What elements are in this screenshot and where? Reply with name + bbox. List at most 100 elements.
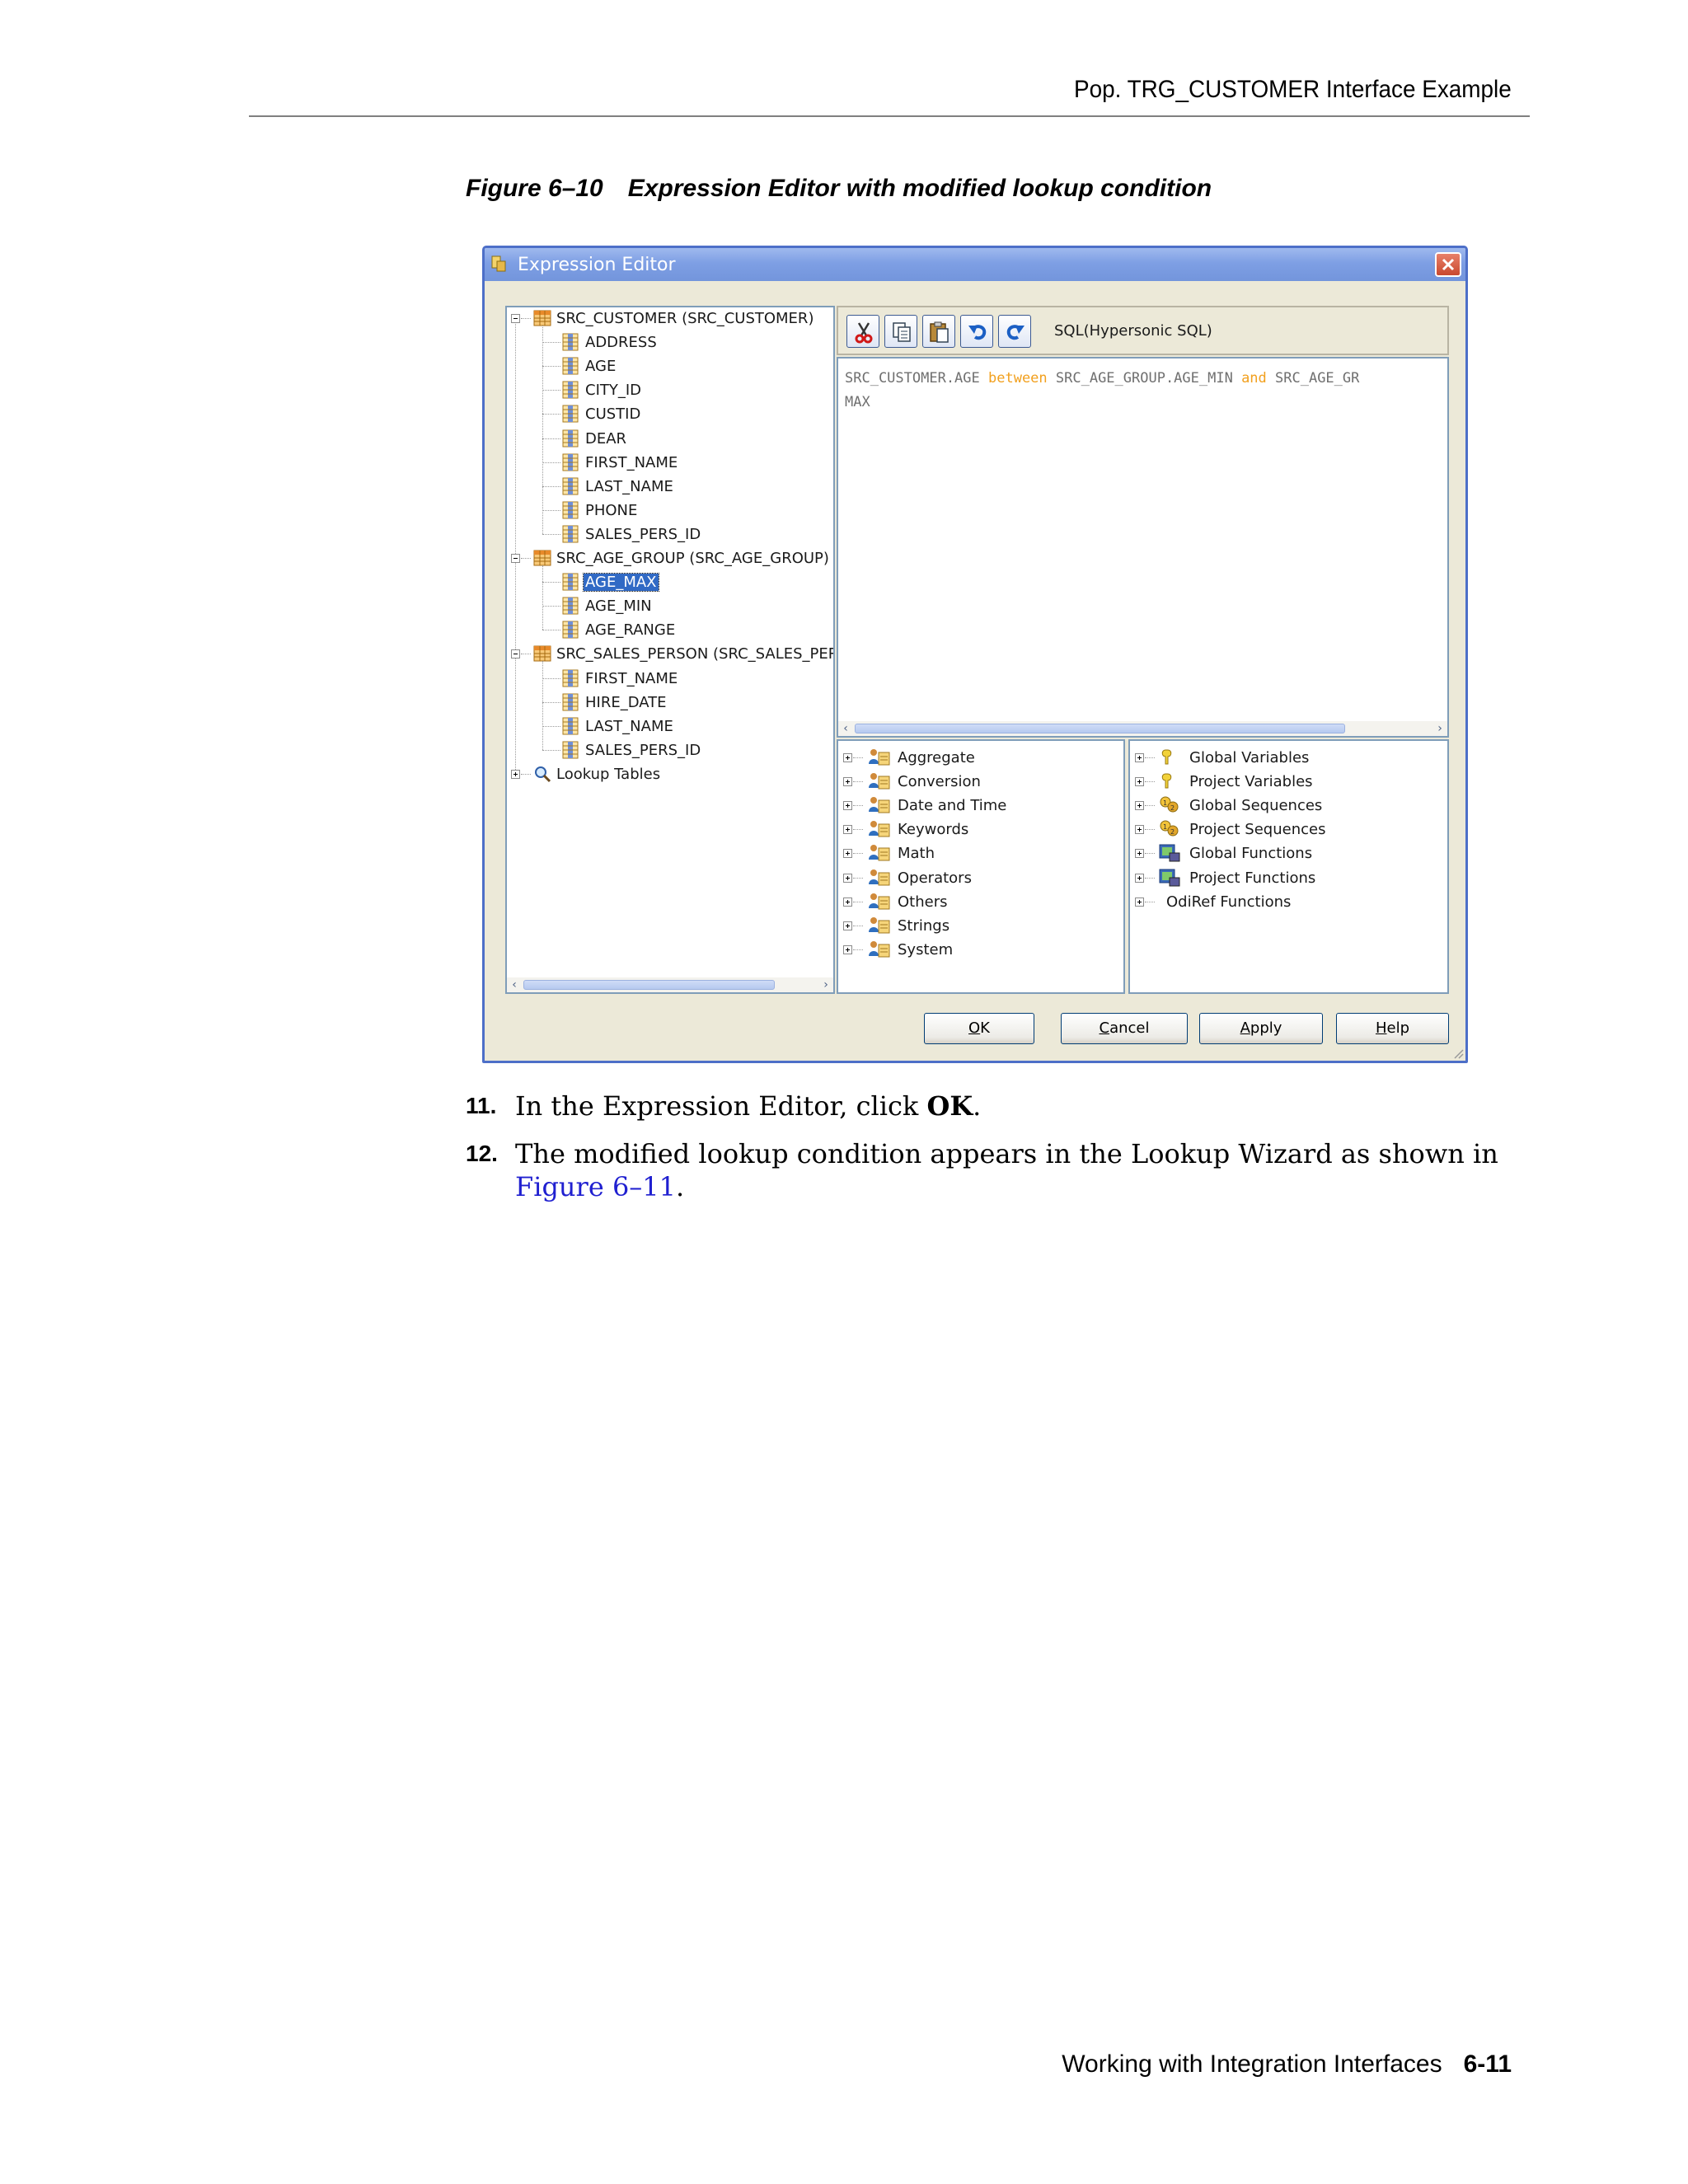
group-item[interactable]: Global Functions [1189, 841, 1312, 865]
cut-button[interactable] [846, 315, 879, 348]
scroll-thumb[interactable] [855, 724, 1345, 733]
column-icon [562, 573, 579, 591]
group-item[interactable]: Global Variables [1189, 746, 1309, 770]
tree-connector [542, 342, 560, 344]
tree-node-column[interactable]: FIRST_NAME [584, 452, 679, 474]
tree-node-column[interactable]: AGE_MIN [584, 596, 654, 617]
tree-node-table[interactable]: Lookup Tables [555, 764, 662, 785]
scroll-left-icon[interactable]: ‹ [507, 977, 522, 992]
column-icon [562, 381, 579, 399]
svg-text:1: 1 [1163, 799, 1167, 807]
tree-node-column[interactable]: ADDRESS [584, 332, 659, 354]
editor-horizontal-scrollbar[interactable]: ‹ › [838, 721, 1447, 736]
expand-toggle[interactable] [1135, 897, 1144, 907]
collapse-toggle[interactable] [511, 314, 520, 323]
help-button[interactable]: Help [1336, 1013, 1449, 1044]
expression-code[interactable]: SRC_CUSTOMER.AGE between SRC_AGE_GROUP.A… [845, 367, 1359, 415]
group-item[interactable]: Project Functions [1189, 866, 1315, 890]
expand-toggle[interactable] [1135, 825, 1144, 835]
redo-button[interactable] [998, 315, 1031, 348]
group-item[interactable]: Project Variables [1189, 770, 1313, 794]
collapse-toggle[interactable] [511, 649, 520, 659]
sequence-icon: 12 [1160, 820, 1179, 837]
tree-horizontal-scrollbar[interactable]: ‹ › [507, 977, 833, 992]
column-icon [562, 453, 579, 471]
scroll-right-icon[interactable]: › [818, 977, 833, 992]
collapse-toggle[interactable] [511, 554, 520, 563]
expand-toggle[interactable] [511, 769, 520, 779]
expand-toggle[interactable] [843, 801, 852, 811]
dialog-titlebar[interactable]: Expression Editor [485, 248, 1465, 281]
scroll-thumb[interactable] [523, 980, 775, 990]
figure-number: Figure 6–10 [466, 175, 603, 202]
expand-toggle[interactable] [843, 944, 852, 954]
tree-node-column[interactable]: LAST_NAME [584, 716, 675, 738]
source-tree-panel[interactable]: SRC_CUSTOMER (SRC_CUSTOMER) ADDRESS AGE CIT… [505, 306, 835, 994]
group-item[interactable]: Conversion [898, 770, 981, 794]
tree-node-column[interactable]: AGE_MAX [583, 572, 659, 593]
expand-toggle[interactable] [1135, 753, 1144, 762]
tree-node-column[interactable]: DEAR [584, 429, 628, 450]
tree-node-column[interactable]: FIRST_NAME [584, 668, 679, 690]
tree-node-column[interactable]: LAST_NAME [584, 476, 675, 498]
group-item[interactable]: Operators [898, 866, 972, 890]
group-item[interactable]: Math [898, 841, 935, 865]
group-item[interactable]: OdiRef Functions [1166, 890, 1291, 914]
expand-toggle[interactable] [1135, 777, 1144, 787]
cancel-button[interactable]: Cancel [1061, 1013, 1188, 1044]
function-category-icon [869, 916, 890, 934]
figure-6-11-link[interactable]: Figure 6–11 [515, 1171, 676, 1202]
group-item[interactable]: Global Sequences [1189, 794, 1322, 818]
group-item[interactable]: Date and Time [898, 794, 1006, 818]
expression-text-area[interactable]: SRC_CUSTOMER.AGE between SRC_AGE_GROUP.A… [837, 357, 1449, 738]
tree-connector [542, 414, 560, 415]
expand-toggle[interactable] [1135, 873, 1144, 883]
tree-connector [542, 582, 560, 583]
paste-button[interactable] [922, 315, 955, 348]
expand-toggle[interactable] [843, 753, 852, 762]
group-item[interactable]: Keywords [898, 818, 968, 841]
tree-node-label: LAST_NAME [585, 717, 673, 735]
column-icon [562, 357, 579, 375]
expand-toggle[interactable] [843, 849, 852, 859]
expression-editor-dialog: Expression Editor SRC_CUSTOMER (SRC_CUST… [482, 246, 1468, 1063]
page-number: 6-11 [1463, 2050, 1512, 2078]
table-icon [533, 550, 551, 566]
group-item[interactable]: Others [898, 890, 948, 914]
tree-node-column[interactable]: SALES_PERS_ID [584, 524, 702, 546]
tree-node-table[interactable]: SRC_SALES_PERSON (SRC_SALES_PER [555, 644, 833, 665]
group-item[interactable]: Aggregate [898, 746, 975, 770]
scroll-right-icon[interactable]: › [1432, 721, 1447, 736]
scroll-left-icon[interactable]: ‹ [838, 721, 853, 736]
expand-toggle[interactable] [843, 873, 852, 883]
group-item[interactable]: Project Sequences [1189, 818, 1325, 841]
tree-node-column[interactable]: AGE [584, 356, 617, 377]
apply-button[interactable]: Apply [1199, 1013, 1323, 1044]
tree-node-column[interactable]: SALES_PERS_ID [584, 740, 702, 762]
copy-button[interactable] [884, 315, 917, 348]
tree-node-column[interactable]: CITY_ID [584, 380, 643, 401]
tree-node-table[interactable]: SRC_AGE_GROUP (SRC_AGE_GROUP) [555, 548, 831, 569]
ok-button[interactable]: OK [924, 1013, 1034, 1044]
tree-node-column[interactable]: AGE_RANGE [584, 620, 677, 641]
tree-node-column[interactable]: HIRE_DATE [584, 692, 668, 714]
column-icon [562, 429, 579, 447]
expand-toggle[interactable] [843, 777, 852, 787]
undo-button[interactable] [960, 315, 993, 348]
close-button[interactable] [1435, 252, 1461, 277]
variable-groups-panel[interactable]: Global Variables Project Variables 1 2 Globa… [1128, 739, 1449, 994]
svg-text:2: 2 [1170, 828, 1175, 836]
expand-toggle[interactable] [843, 825, 852, 835]
tree-node-table[interactable]: SRC_CUSTOMER (SRC_CUSTOMER) [555, 308, 815, 330]
group-item[interactable]: Strings [898, 914, 950, 938]
tree-node-column[interactable]: CUSTID [584, 404, 642, 425]
tree-node-column[interactable]: PHONE [584, 500, 639, 522]
group-item[interactable]: System [898, 938, 953, 962]
expand-toggle[interactable] [843, 897, 852, 907]
function-groups-panel[interactable]: Aggregate Conversion Date and Time Keywords… [837, 739, 1125, 994]
expand-toggle[interactable] [1135, 849, 1144, 859]
tree-node-label: FIRST_NAME [585, 669, 678, 687]
expand-toggle[interactable] [1135, 801, 1144, 811]
resize-grip-icon[interactable] [1451, 1046, 1464, 1059]
expand-toggle[interactable] [843, 921, 852, 930]
